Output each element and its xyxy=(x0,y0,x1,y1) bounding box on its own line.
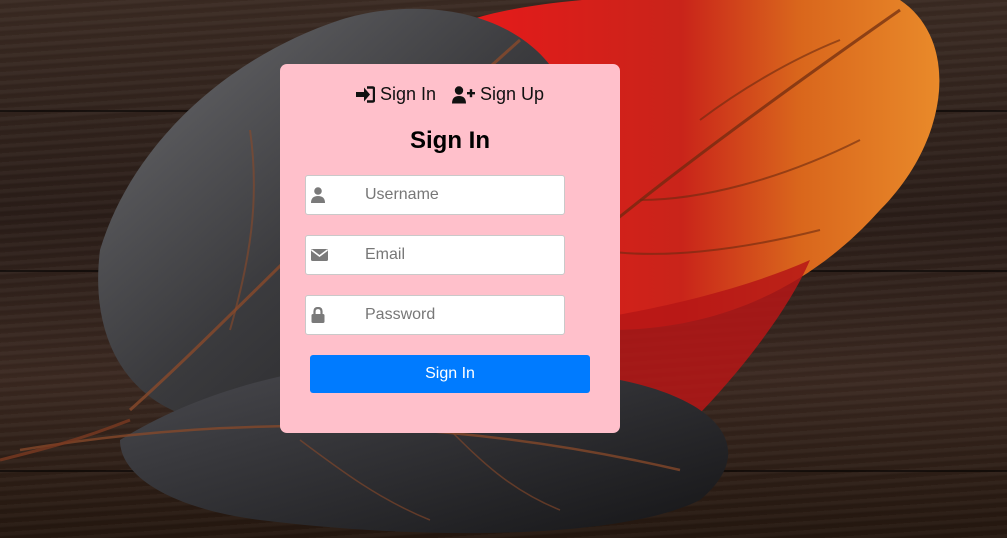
username-input[interactable] xyxy=(365,176,560,214)
tab-sign-up[interactable]: Sign Up xyxy=(452,84,544,105)
background-photo: Sign In Sign Up Sign In Username Email S… xyxy=(0,0,1007,538)
email-field xyxy=(305,235,565,275)
email-input[interactable] xyxy=(365,236,560,274)
user-icon xyxy=(311,187,327,203)
sign-in-icon xyxy=(355,86,375,103)
tab-sign-in-label: Sign In xyxy=(379,84,436,104)
password-field xyxy=(305,295,565,335)
user-plus-icon xyxy=(452,85,475,104)
auth-card: Sign In Sign Up Sign In Username Email S… xyxy=(280,64,620,433)
envelope-icon xyxy=(311,247,328,263)
tab-sign-in[interactable]: Sign In xyxy=(355,84,436,105)
auth-tabs: Sign In Sign Up xyxy=(280,84,620,105)
sign-in-button[interactable]: Sign In xyxy=(310,355,590,393)
lock-icon xyxy=(311,306,327,323)
form-title: Sign In xyxy=(410,127,490,154)
password-input[interactable] xyxy=(365,296,560,334)
tab-sign-up-label: Sign Up xyxy=(480,84,545,104)
username-field xyxy=(305,175,565,215)
